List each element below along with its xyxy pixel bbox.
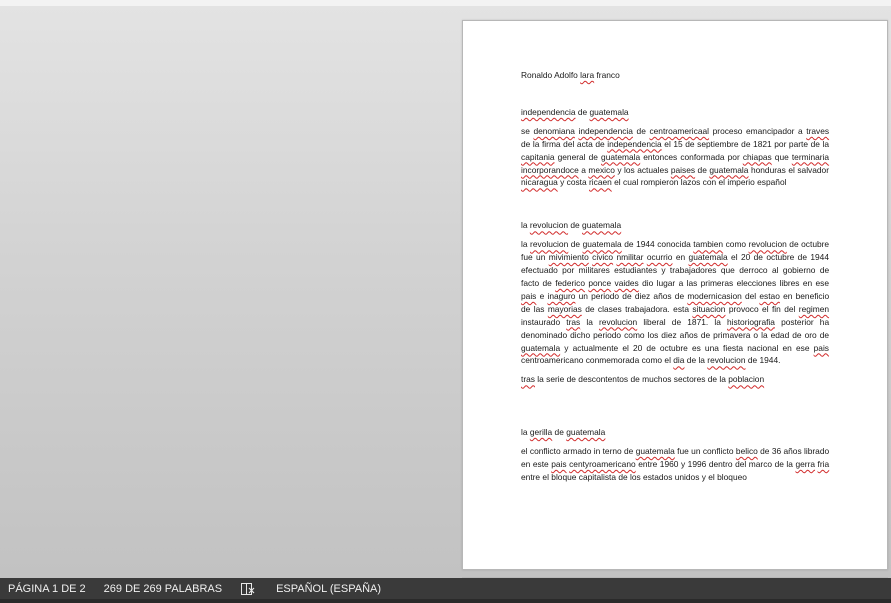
word-count[interactable]: 269 DE 269 PALABRAS	[95, 583, 231, 595]
paragraph-gerilla[interactable]: el conflicto armado in terno de guatemal…	[521, 445, 829, 484]
section-heading-revolucion[interactable]: la revolucion de guatemala	[521, 219, 829, 232]
section-heading-independencia[interactable]: independencia de guatemala	[521, 106, 829, 119]
status-bar: PÁGINA 1 DE 2 269 DE 269 PALABRAS ESPAÑO…	[0, 578, 891, 599]
taskbar-edge	[0, 599, 891, 603]
paragraph-tras[interactable]: tras la serie de descontentos de muchos …	[521, 373, 829, 386]
document-workspace[interactable]: Ronaldo Adolfo lara franco independencia…	[0, 6, 891, 599]
page-content[interactable]: Ronaldo Adolfo lara franco independencia…	[521, 69, 829, 490]
language-indicator[interactable]: ESPAÑOL (ESPAÑA)	[267, 583, 390, 595]
document-page-1[interactable]: Ronaldo Adolfo lara franco independencia…	[462, 20, 888, 570]
paragraph-revolucion[interactable]: la revolucion de guatemala de 1944 conoc…	[521, 238, 829, 367]
author-line[interactable]: Ronaldo Adolfo lara franco	[521, 69, 829, 82]
page-count[interactable]: PÁGINA 1 DE 2	[0, 583, 95, 595]
paragraph-independencia[interactable]: se denomiana independencia de centroamer…	[521, 125, 829, 190]
book-check-icon[interactable]	[231, 582, 267, 596]
section-heading-gerilla[interactable]: la gerilla de guatemala	[521, 426, 829, 439]
